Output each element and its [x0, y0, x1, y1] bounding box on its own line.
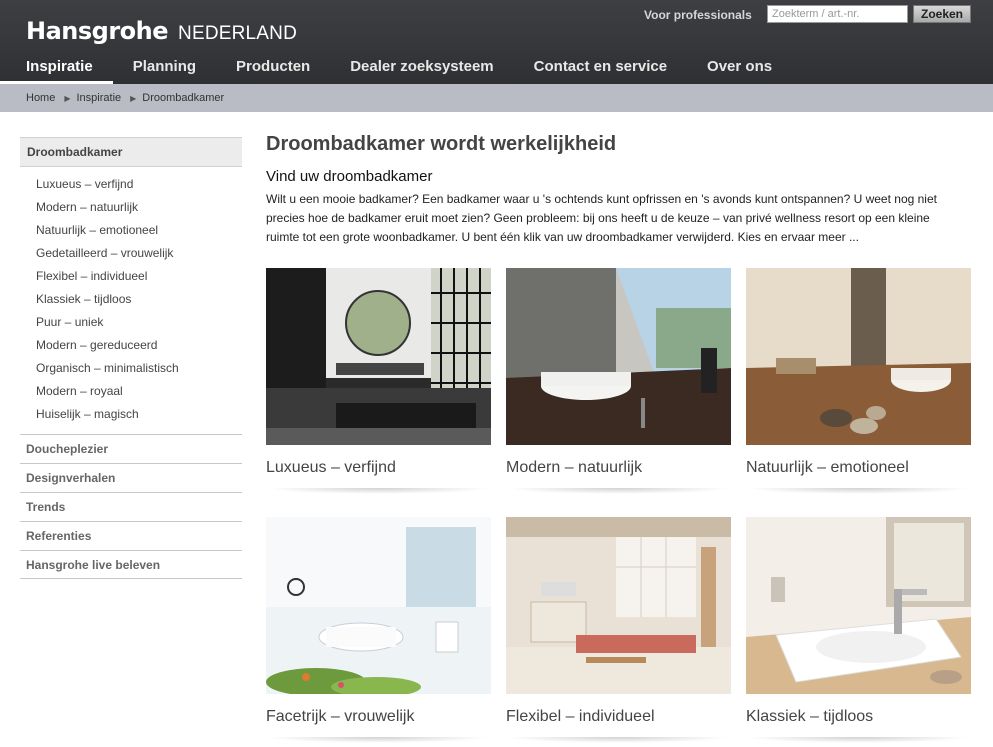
tile-label: Modern – natuurlijk [506, 459, 643, 476]
tile-divider [746, 488, 971, 494]
logo-brand: Hansgrohe [26, 17, 169, 45]
chevron-right-icon: ▶ [64, 93, 71, 103]
main-nav: Inspiratie Planning Producten Dealer zoe… [0, 52, 792, 84]
nav-item-contact[interactable]: Contact en service [514, 52, 687, 84]
bathroom-photo-klassiek [746, 517, 971, 694]
sidebar-item-trends[interactable]: Trends [20, 492, 242, 521]
tile-label: Natuurlijk – emotioneel [746, 459, 909, 476]
tile-luxueus[interactable]: Luxueus – verfijnd [266, 268, 491, 494]
tile-klassiek[interactable]: Klassiek – tijdloos [746, 517, 971, 743]
sidebar-subitem[interactable]: Organisch – minimalistisch [20, 361, 242, 384]
nav-item-over-ons[interactable]: Over ons [687, 52, 792, 84]
site-header: Hansgrohe NEDERLAND Voor professionals Z… [0, 0, 993, 84]
chevron-right-icon: ▶ [130, 93, 137, 103]
intro-text: Wilt u een mooie badkamer? Een badkamer … [266, 192, 937, 244]
tile-divider [506, 737, 731, 743]
nav-item-planning[interactable]: Planning [113, 52, 216, 84]
sidebar-item-designverhalen[interactable]: Designverhalen [20, 463, 242, 492]
tile-facetrijk[interactable]: Facetrijk – vrouwelijk [266, 517, 491, 743]
bathroom-photo-luxueus [266, 268, 491, 445]
bathroom-photo-facetrijk [266, 517, 491, 694]
sidebar-subitem[interactable]: Modern – natuurlijk [20, 200, 242, 223]
sidebar-item-droombadkamer[interactable]: Droombadkamer [20, 137, 242, 167]
nav-item-inspiratie[interactable]: Inspiratie [0, 52, 113, 84]
tile-divider [266, 737, 491, 743]
sidebar-subitem[interactable]: Luxueus – verfijnd [20, 177, 242, 200]
tile-modern-natuurlijk[interactable]: Modern – natuurlijk [506, 268, 731, 494]
sidebar-subitem[interactable]: Klassiek – tijdloos [20, 292, 242, 315]
sidebar-subitem[interactable]: Modern – royaal [20, 384, 242, 407]
main-content: Droombadkamer wordt werkelijkheid Vind u… [266, 131, 976, 743]
sidebar-subitem[interactable]: Puur – uniek [20, 315, 242, 338]
sidebar-item-live-beleven[interactable]: Hansgrohe live beleven [20, 550, 242, 579]
tile-label: Flexibel – individueel [506, 708, 655, 725]
tile-natuurlijk-emotioneel[interactable]: Natuurlijk – emotioneel [746, 268, 971, 494]
professionals-link[interactable]: Voor professionals [644, 8, 752, 22]
tile-divider [506, 488, 731, 494]
sidebar-subitem[interactable]: Natuurlijk – emotioneel [20, 223, 242, 246]
bathroom-photo-natuurlijk-emotioneel [746, 268, 971, 445]
logo-country: NEDERLAND [178, 23, 298, 44]
sidebar-sublist: Luxueus – verfijnd Modern – natuurlijk N… [20, 167, 242, 434]
tile-label: Klassiek – tijdloos [746, 708, 874, 725]
sidebar-subitem[interactable]: Gedetailleerd – vrouwelijk [20, 246, 242, 269]
breadcrumb-inspiratie[interactable]: Inspiratie [77, 92, 122, 104]
bathroom-photo-modern-natuurlijk [506, 268, 731, 445]
search-input[interactable] [767, 5, 908, 23]
tile-divider [746, 737, 971, 743]
sidebar-nav: Droombadkamer Luxueus – verfijnd Modern … [20, 137, 242, 579]
page-title: Droombadkamer wordt werkelijkheid [266, 133, 617, 155]
breadcrumb-home[interactable]: Home [26, 92, 55, 104]
sidebar-subitem[interactable]: Huiselijk – magisch [20, 407, 242, 430]
tile-label: Luxueus – verfijnd [266, 459, 396, 476]
nav-item-producten[interactable]: Producten [216, 52, 330, 84]
sidebar-subitem[interactable]: Modern – gereduceerd [20, 338, 242, 361]
search-button[interactable]: Zoeken [913, 5, 971, 23]
tile-flexibel[interactable]: Flexibel – individueel [506, 517, 731, 743]
nav-item-dealer[interactable]: Dealer zoeksysteem [330, 52, 513, 84]
tile-label: Facetrijk – vrouwelijk [266, 708, 415, 725]
bathroom-photo-flexibel [506, 517, 731, 694]
sidebar-subitem[interactable]: Flexibel – individueel [20, 269, 242, 292]
breadcrumb-current: Droombadkamer [142, 92, 225, 104]
hansgrohe-logo[interactable]: Hansgrohe NEDERLAND [26, 17, 297, 45]
tile-divider [266, 488, 491, 494]
breadcrumb: Home ▶ Inspiratie ▶ Droombadkamer [0, 84, 993, 112]
sidebar-item-doucheplezier[interactable]: Doucheplezier [20, 434, 242, 463]
page-subtitle: Vind uw droombadkamer [266, 168, 433, 185]
sidebar-item-referenties[interactable]: Referenties [20, 521, 242, 550]
